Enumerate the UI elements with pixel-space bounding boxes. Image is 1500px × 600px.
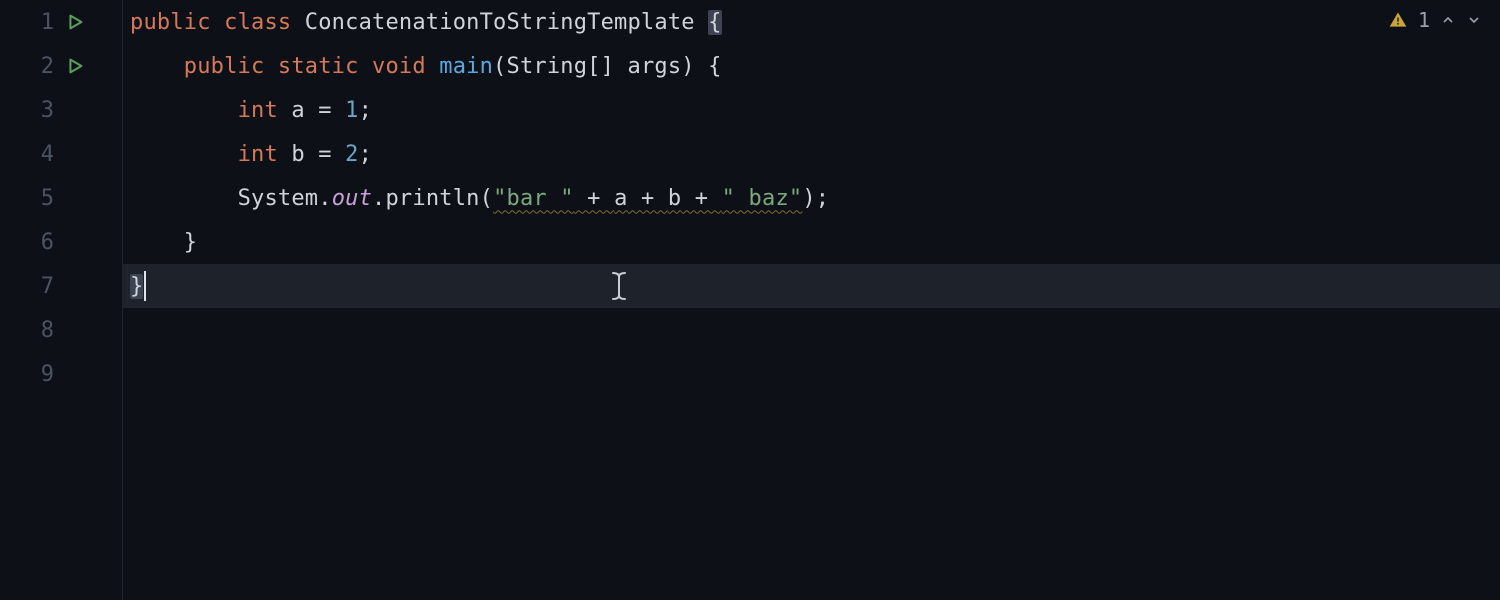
code-line[interactable]: public static void main(String[] args) {: [122, 44, 1500, 88]
code-token: 1: [345, 98, 358, 123]
code-line[interactable]: }: [122, 264, 1500, 308]
code-token: +: [574, 186, 614, 211]
code-token: );: [802, 186, 829, 211]
indent: [130, 98, 238, 123]
gutter-row: 7: [0, 264, 122, 308]
code-token: =: [318, 142, 345, 167]
code-token: (: [480, 186, 493, 211]
code-token: ConcatenationToStringTemplate: [305, 10, 708, 35]
gutter-row: 3: [0, 88, 122, 132]
code-token: System: [238, 186, 319, 211]
code-token: .: [318, 186, 331, 211]
code-line[interactable]: [122, 352, 1500, 396]
code-token: }: [184, 230, 197, 255]
code-token: b: [291, 142, 318, 167]
inspection-widget[interactable]: 1: [1388, 8, 1482, 32]
gutter-row: 8: [0, 308, 122, 352]
code-line[interactable]: }: [122, 220, 1500, 264]
line-number: 1: [24, 10, 54, 35]
code-token: args: [628, 54, 682, 79]
warning-count: 1: [1418, 8, 1430, 32]
code-token: ;: [359, 142, 372, 167]
code-token: }: [130, 274, 143, 299]
code-token: {: [708, 10, 721, 35]
text-caret: [144, 271, 146, 301]
warning-icon: [1388, 10, 1408, 30]
code-token: " baz": [722, 186, 803, 211]
code-token: public: [130, 10, 224, 35]
code-token: String: [507, 54, 588, 79]
code-token: out: [332, 186, 372, 211]
line-number: 6: [24, 230, 54, 255]
code-token: b: [668, 186, 681, 211]
line-number: 3: [24, 98, 54, 123]
editor-gutter: 1 2 3 4 5 6 7 8 9: [0, 0, 122, 600]
code-editor: 1 2 3 4 5 6 7 8 9 public class ConcatenationToSt…: [0, 0, 1500, 600]
code-token: static: [278, 54, 372, 79]
indent: [130, 186, 238, 211]
code-line[interactable]: System.out.println("bar " + a + b + " ba…: [122, 176, 1500, 220]
gutter-row: 5: [0, 176, 122, 220]
code-token: 2: [345, 142, 358, 167]
code-token: (: [493, 54, 506, 79]
ibeam-cursor-icon: [610, 271, 628, 307]
code-token: a: [291, 98, 318, 123]
code-token: ;: [359, 98, 372, 123]
indent: [130, 142, 238, 167]
code-token: main: [439, 54, 493, 79]
gutter-row: 2: [0, 44, 122, 88]
code-token: println: [385, 186, 479, 211]
code-line[interactable]: int b = 2;: [122, 132, 1500, 176]
code-token: .: [372, 186, 385, 211]
next-highlight-button[interactable]: [1466, 12, 1482, 28]
code-token: int: [238, 142, 292, 167]
code-token: []: [587, 54, 627, 79]
code-token: =: [318, 98, 345, 123]
code-token: void: [372, 54, 439, 79]
gutter-row: 6: [0, 220, 122, 264]
code-token: +: [681, 186, 721, 211]
line-number: 8: [24, 318, 54, 343]
gutter-row: 9: [0, 352, 122, 396]
indent: [130, 54, 184, 79]
run-gutter-icon[interactable]: [64, 11, 86, 33]
gutter-row: 4: [0, 132, 122, 176]
line-number: 4: [24, 142, 54, 167]
code-token: class: [224, 10, 305, 35]
run-gutter-icon[interactable]: [64, 55, 86, 77]
code-line[interactable]: public class ConcatenationToStringTempla…: [122, 0, 1500, 44]
line-number: 9: [24, 362, 54, 387]
code-token: ) {: [681, 54, 721, 79]
line-number: 5: [24, 186, 54, 211]
code-token: a: [614, 186, 627, 211]
prev-highlight-button[interactable]: [1440, 12, 1456, 28]
code-line[interactable]: int a = 1;: [122, 88, 1500, 132]
code-line[interactable]: [122, 308, 1500, 352]
line-number: 2: [24, 54, 54, 79]
code-token: +: [628, 186, 668, 211]
code-token: "bar ": [493, 186, 574, 211]
line-number: 7: [24, 274, 54, 299]
code-token: public: [184, 54, 278, 79]
indent: [130, 230, 184, 255]
code-area[interactable]: public class ConcatenationToStringTempla…: [122, 0, 1500, 600]
code-token: int: [238, 98, 292, 123]
gutter-row: 1: [0, 0, 122, 44]
